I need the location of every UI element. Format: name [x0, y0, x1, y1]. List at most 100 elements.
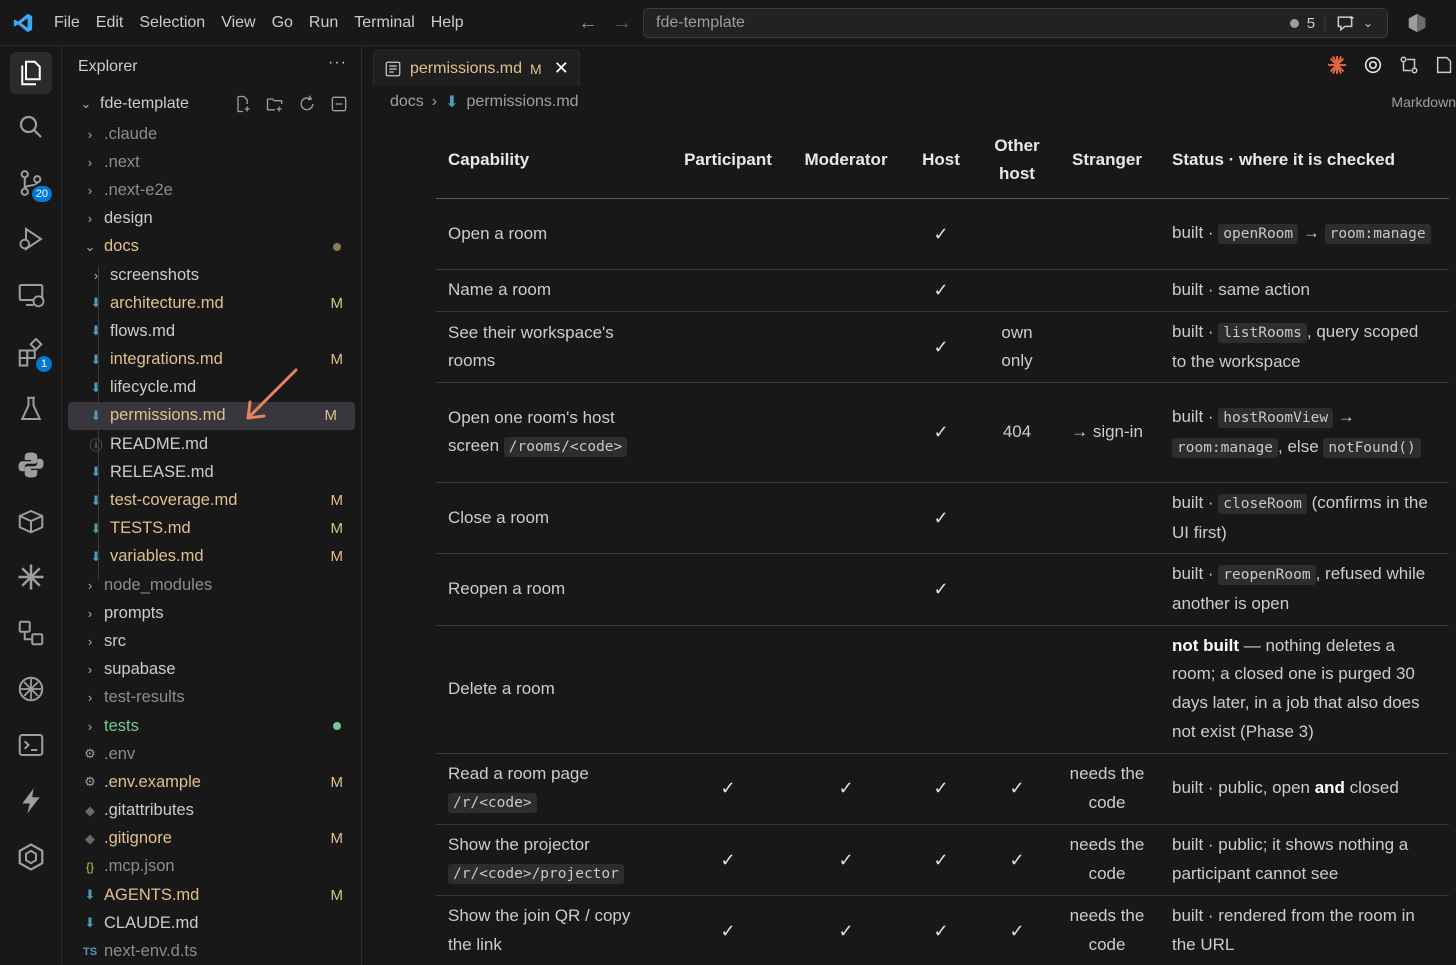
explorer-icon[interactable]: [10, 52, 52, 94]
tree-item-label: .claude: [104, 124, 158, 143]
tree-item-mcp-json[interactable]: {} .mcp.json: [62, 853, 361, 881]
cell-participant: [666, 269, 790, 312]
terminal-icon[interactable]: [14, 728, 48, 762]
chevron-right-icon: ›: [431, 93, 438, 110]
menu-file[interactable]: File: [46, 0, 88, 46]
openai-chat-icon[interactable]: [1362, 54, 1384, 76]
gitkraken-icon[interactable]: [14, 840, 48, 874]
tree-item-env[interactable]: ⚙ .env: [62, 740, 361, 768]
tree-item-claude-md[interactable]: ⬇ CLAUDE.md: [62, 909, 361, 937]
tree-item-integrations-md[interactable]: ⬇ integrations.md M: [62, 346, 361, 374]
explorer-header: Explorer ···: [62, 46, 361, 88]
tree-item-agents-md[interactable]: ⬇ AGENTS.md M: [62, 881, 361, 909]
cell-participant: [666, 482, 790, 555]
tree-item-label: TESTS.md: [110, 519, 191, 538]
tree-item-next[interactable]: › .next: [62, 148, 361, 176]
tree-item-release-md[interactable]: ⬇ RELEASE.md: [62, 458, 361, 486]
tree-item-flows-md[interactable]: ⬇ flows.md: [62, 317, 361, 345]
tree-item-permissions-md[interactable]: ⬇ permissions.md M: [68, 401, 355, 431]
forward-arrow-icon[interactable]: →: [612, 12, 632, 35]
tree-item-label: .next-e2e: [104, 180, 173, 199]
git-modified-badge: M: [330, 294, 344, 312]
more-actions-icon[interactable]: ···: [328, 54, 347, 72]
menu-go[interactable]: Go: [264, 0, 301, 46]
tree-item-supabase[interactable]: › supabase: [62, 656, 361, 684]
git-status-dot-icon: [333, 722, 341, 731]
chevron-right-icon: ›: [87, 690, 93, 706]
tree-item-gitignore[interactable]: ◆ .gitignore M: [62, 825, 361, 853]
menu-run[interactable]: Run: [301, 0, 346, 46]
back-arrow-icon[interactable]: ←: [578, 12, 598, 35]
claude-sparkle-icon[interactable]: [14, 560, 48, 594]
menu-help[interactable]: Help: [423, 0, 472, 46]
cell-moderator: [790, 382, 902, 484]
header-capability: Capability: [436, 122, 666, 199]
tree-item-test-results[interactable]: › test-results: [62, 684, 361, 712]
tree-item-docs[interactable]: ⌄ docs: [62, 233, 361, 261]
accounts-shield-icon[interactable]: [1406, 12, 1428, 34]
menu-edit[interactable]: Edit: [88, 0, 132, 46]
testing-flask-icon[interactable]: [14, 392, 48, 426]
tree-item-tests-md[interactable]: ⬇ TESTS.md M: [62, 515, 361, 543]
tab-permissions-md[interactable]: permissions.md M ✕: [373, 50, 580, 86]
language-mode[interactable]: Markdown: [1391, 94, 1456, 110]
workflow-icon[interactable]: [14, 616, 48, 650]
remote-explorer-icon[interactable]: [14, 278, 48, 312]
tree-item-node-modules[interactable]: › node_modules: [62, 571, 361, 599]
containers-icon[interactable]: [14, 504, 48, 538]
tree-item-readme-md[interactable]: ⓘ README.md: [62, 430, 361, 458]
tree-item-gitattributes[interactable]: ◆ .gitattributes: [62, 797, 361, 825]
copilot-chat-icon[interactable]: [1335, 13, 1355, 33]
typescript-icon: TS: [82, 945, 98, 958]
new-file-icon[interactable]: [233, 94, 253, 114]
tree-item-tests[interactable]: › tests: [62, 712, 361, 740]
info-icon: ⓘ: [89, 437, 103, 453]
tree-item-env-example[interactable]: ⚙ .env.example M: [62, 768, 361, 796]
workspace-root[interactable]: ⌄ fde-template: [62, 88, 361, 120]
collapse-all-icon[interactable]: [329, 94, 349, 114]
tree-item-src[interactable]: › src: [62, 627, 361, 655]
close-icon[interactable]: ✕: [554, 58, 569, 79]
menu-view[interactable]: View: [213, 0, 263, 46]
python-icon[interactable]: [14, 448, 48, 482]
tree-item-label: supabase: [104, 660, 176, 679]
run-debug-icon[interactable]: [14, 222, 48, 256]
tree-item-design[interactable]: › design: [62, 205, 361, 233]
tree-item-lifecycle-md[interactable]: ⬇ lifecycle.md: [62, 374, 361, 402]
tree-item-variables-md[interactable]: ⬇ variables.md M: [62, 543, 361, 571]
cell-status: not built — nothing deletes a room; a cl…: [1160, 625, 1449, 754]
cell-host: ✓: [902, 553, 980, 626]
claude-asterisk-icon[interactable]: [1326, 54, 1348, 76]
tree-item-architecture-md[interactable]: ⬇ architecture.md M: [62, 289, 361, 317]
header-stranger: Stranger: [1054, 122, 1160, 199]
tree-item-claude[interactable]: › .claude: [62, 120, 361, 148]
tree-item-next-e2e[interactable]: › .next-e2e: [62, 176, 361, 204]
breadcrumb-file[interactable]: permissions.md: [467, 93, 579, 111]
tree-item-test-coverage-md[interactable]: ⬇ test-coverage.md M: [62, 486, 361, 514]
tree-item-prompts[interactable]: › prompts: [62, 599, 361, 627]
open-changes-icon[interactable]: [1434, 54, 1456, 76]
breadcrumb-docs[interactable]: docs: [390, 93, 424, 111]
command-center-search[interactable]: fde-template 5 | ⌄: [643, 8, 1388, 38]
compare-changes-icon[interactable]: [1398, 54, 1420, 76]
refresh-icon[interactable]: [297, 94, 317, 114]
table-row: Show the projector /r/<code>/projector ✓ ✓…: [436, 824, 1449, 896]
new-folder-icon[interactable]: [265, 94, 285, 114]
notification-dot-icon: [1289, 18, 1299, 28]
lightning-icon[interactable]: [14, 784, 48, 818]
tree-item-screenshots[interactable]: › screenshots: [62, 261, 361, 289]
markdown-file-icon: ⬇: [90, 464, 102, 480]
tree-item-next-env-d-ts[interactable]: TS next-env.d.ts: [62, 937, 361, 965]
search-icon[interactable]: [14, 110, 48, 144]
menu-terminal[interactable]: Terminal: [346, 0, 422, 46]
openai-icon[interactable]: [14, 672, 48, 706]
extensions-icon[interactable]: 1: [14, 336, 54, 374]
scm-badge: 20: [29, 184, 54, 204]
cell-moderator: [790, 198, 902, 270]
cell-host: ✓: [902, 311, 980, 384]
source-control-icon[interactable]: 20: [14, 166, 54, 204]
chevron-down-icon[interactable]: ⌄: [1363, 16, 1373, 30]
table-header-row: Capability Participant Moderator Host Ot…: [436, 122, 1449, 199]
tree-item-label: integrations.md: [110, 350, 223, 369]
menu-selection[interactable]: Selection: [131, 0, 213, 46]
